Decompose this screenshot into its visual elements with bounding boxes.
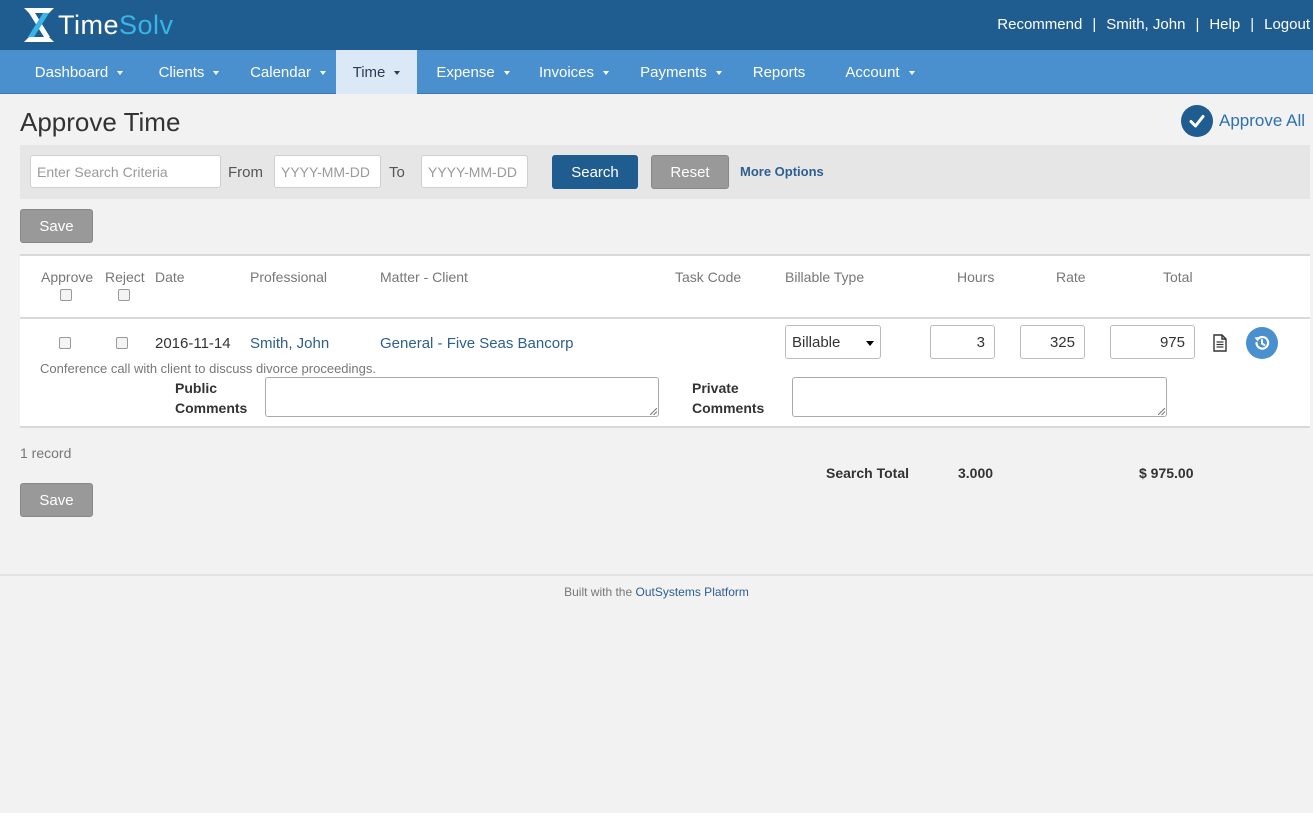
reset-button[interactable]: Reset (651, 155, 729, 189)
resize-grip-icon[interactable] (650, 408, 657, 415)
nav-clients[interactable]: Clients (146, 50, 232, 94)
top-header: TimeSolv Recommend | Smith, John | Help … (0, 0, 1313, 50)
header-reject: Reject (105, 269, 145, 285)
nav-account-label: Account (845, 63, 900, 81)
chevron-down-icon (603, 70, 610, 75)
nav-payments[interactable]: Payments (631, 50, 731, 94)
header-task-code: Task Code (675, 269, 742, 285)
amount-total: $ 975.00 (1139, 465, 1194, 481)
record-count: 1 record (20, 445, 72, 461)
checkmark-icon (1181, 105, 1213, 137)
nav-account[interactable]: Account (834, 50, 926, 94)
brand-name: TimeSolv (58, 9, 174, 40)
chevron-down-icon (715, 70, 722, 75)
search-bar: From To Search Reset More Options (20, 145, 1310, 199)
nav-calendar[interactable]: Calendar (241, 50, 335, 94)
header-billable-type: Billable Type (785, 269, 865, 285)
row-matter-client-link[interactable]: General - Five Seas Bancorp (380, 335, 573, 352)
timesolv-logo[interactable]: TimeSolv (22, 7, 174, 43)
rate-input[interactable] (1020, 325, 1085, 359)
header-separator: | (1195, 16, 1200, 33)
public-comments-textarea[interactable] (265, 377, 659, 417)
nav-dashboard-label: Dashboard (34, 63, 109, 81)
hours-total: 3.000 (958, 465, 994, 481)
time-entries-table: Approve Reject Date Professional Matter … (20, 254, 1310, 428)
help-link[interactable]: Help (1209, 16, 1240, 33)
header-separator: | (1250, 16, 1255, 33)
header-total: Total (1163, 269, 1193, 285)
billable-type-select[interactable]: Billable (785, 325, 881, 359)
from-label: From (228, 164, 263, 181)
header-approve: Approve (41, 269, 94, 285)
recommend-link[interactable]: Recommend (997, 16, 1082, 33)
row-description: Conference call with client to discuss d… (40, 361, 377, 376)
page-title: Approve Time (20, 107, 181, 137)
private-comments-label: Private Comments (692, 380, 765, 416)
nav-dashboard[interactable]: Dashboard (24, 50, 134, 94)
hourglass-logo-icon (24, 8, 54, 42)
nav-calendar-label: Calendar (250, 63, 311, 81)
header-divider (20, 317, 1310, 319)
chevron-down-icon (319, 70, 326, 75)
nav-clients-label: Clients (158, 63, 205, 81)
chevron-down-icon (394, 70, 401, 75)
approve-all-label: Approve All (1219, 111, 1305, 130)
hours-input[interactable] (930, 325, 995, 359)
row-professional-link[interactable]: Smith, John (250, 335, 329, 352)
nav-invoices[interactable]: Invoices (529, 50, 619, 94)
chevron-down-icon (213, 70, 220, 75)
approve-all-checkbox[interactable] (60, 289, 72, 301)
billable-type-value: Billable (792, 333, 841, 351)
nav-expense-label: Expense (436, 63, 495, 81)
header-separator: | (1092, 16, 1097, 33)
approve-all-button[interactable]: Approve All (1181, 105, 1305, 137)
chevron-down-icon (908, 70, 915, 75)
private-comments-textarea[interactable] (792, 377, 1167, 417)
header-professional: Professional (250, 269, 328, 285)
main-nav: Dashboard Clients Calendar Time Expense … (0, 50, 1313, 94)
search-button[interactable]: Search (552, 155, 638, 189)
footer-divider (0, 574, 1313, 576)
to-label: To (389, 164, 405, 181)
chevron-down-icon (503, 70, 510, 75)
save-button-top[interactable]: Save (20, 209, 93, 243)
header-rate: Rate (1056, 269, 1086, 285)
header-date: Date (155, 269, 185, 285)
nav-expense[interactable]: Expense (425, 50, 521, 94)
total-input[interactable] (1110, 325, 1195, 359)
to-date-input[interactable] (421, 155, 528, 188)
row-approve-checkbox[interactable] (59, 337, 71, 349)
resize-grip-icon[interactable] (1158, 408, 1165, 415)
header-matter-client: Matter - Client (380, 269, 468, 285)
outsystems-link[interactable]: OutSystems Platform (636, 585, 749, 599)
nav-reports-label: Reports (752, 63, 806, 81)
more-options-link[interactable]: More Options (740, 164, 824, 179)
save-button-bottom[interactable]: Save (20, 483, 93, 517)
reject-all-checkbox[interactable] (118, 289, 130, 301)
header-hours: Hours (957, 269, 995, 285)
dropdown-arrow-icon (866, 341, 874, 346)
chevron-down-icon (117, 70, 124, 75)
row-date: 2016-11-14 (155, 335, 231, 352)
from-date-input[interactable] (274, 155, 381, 188)
nav-payments-label: Payments (640, 63, 707, 81)
document-icon[interactable] (1212, 334, 1228, 355)
search-total-label: Search Total (826, 465, 909, 481)
nav-time[interactable]: Time (336, 50, 417, 94)
nav-invoices-label: Invoices (538, 63, 595, 81)
row-reject-checkbox[interactable] (116, 337, 128, 349)
footer-prefix: Built with the (564, 585, 633, 599)
nav-reports[interactable]: Reports (744, 50, 814, 94)
footer: Built with the OutSystems Platform (0, 585, 1313, 599)
public-comments-label: Public Comments (175, 380, 248, 416)
logout-link[interactable]: Logout (1264, 16, 1310, 33)
history-icon[interactable] (1246, 327, 1278, 359)
header-links: Recommend | Smith, John | Help | Logout (997, 16, 1310, 33)
user-menu-link[interactable]: Smith, John (1106, 16, 1185, 33)
nav-time-label: Time (352, 63, 386, 81)
search-criteria-input[interactable] (30, 155, 221, 188)
